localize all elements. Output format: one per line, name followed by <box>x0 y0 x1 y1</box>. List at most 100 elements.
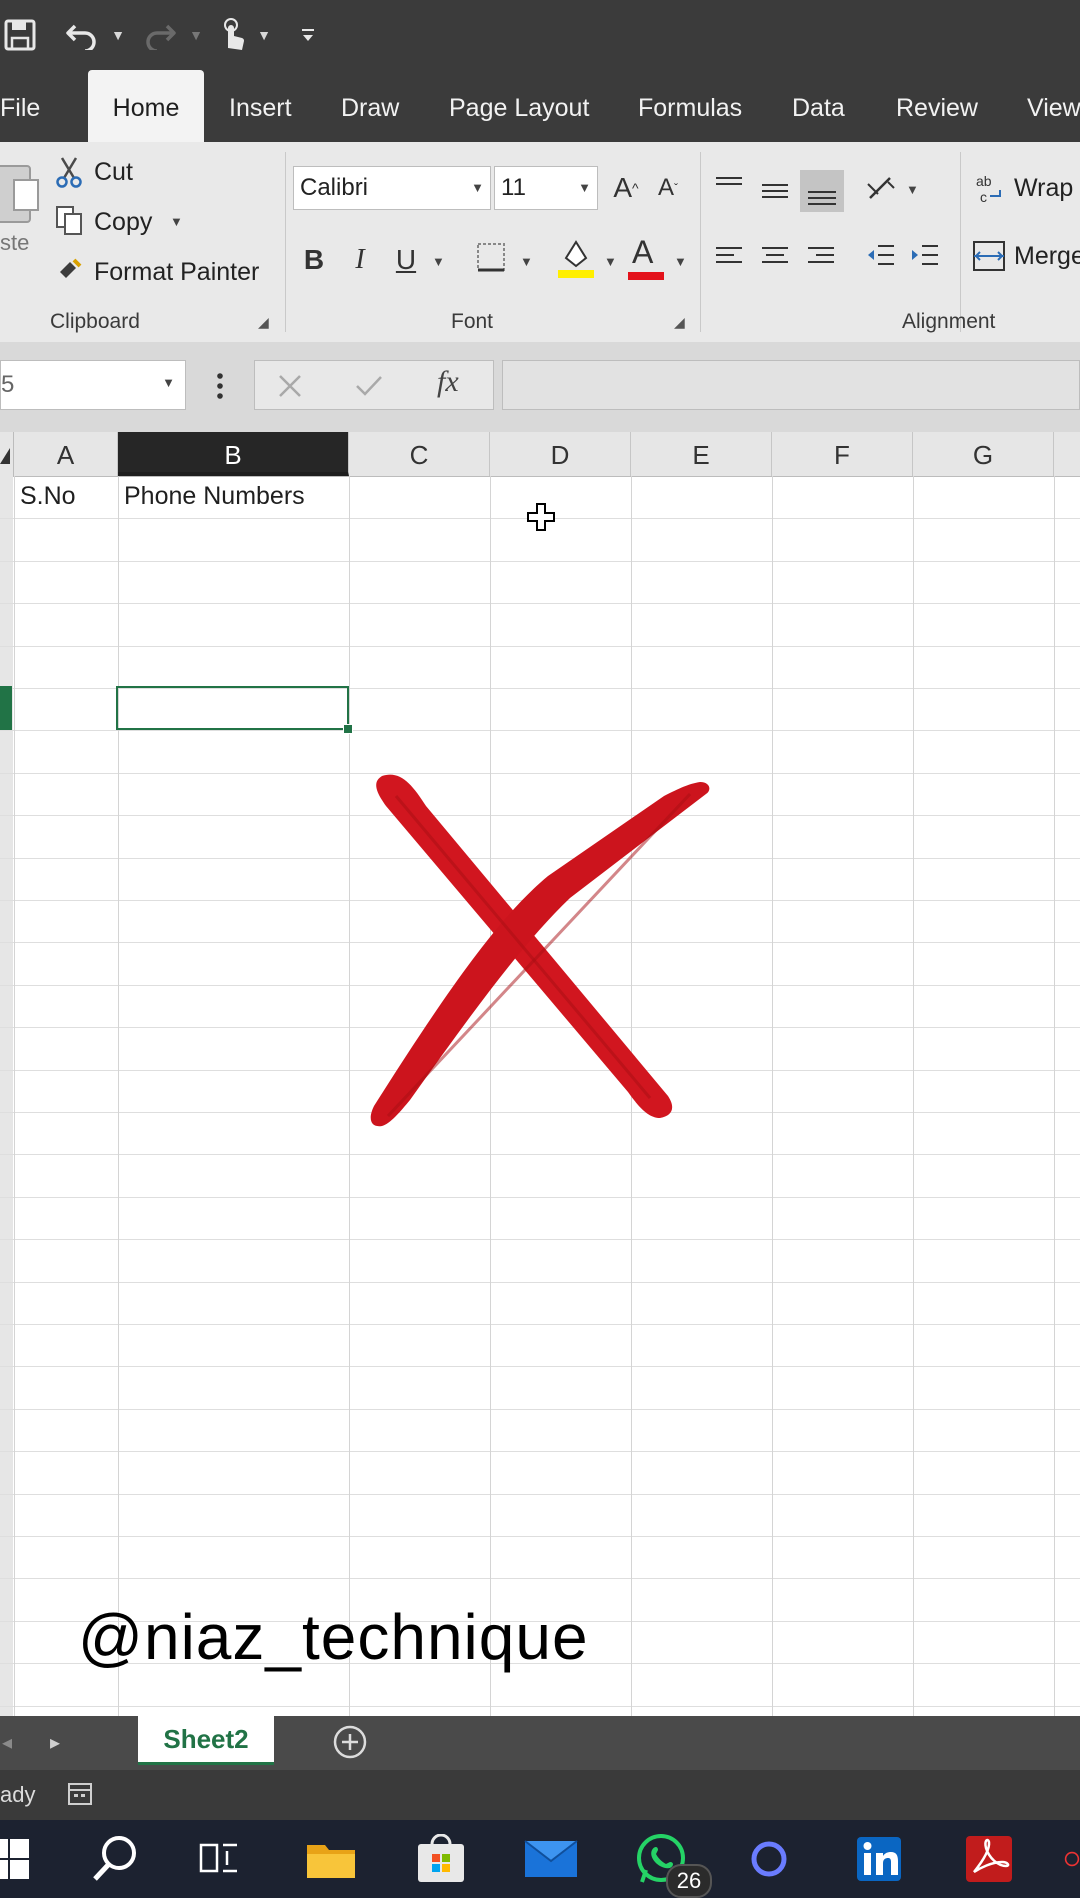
tab-file[interactable]: File <box>0 70 40 142</box>
align-center-icon[interactable] <box>758 238 794 274</box>
mail-icon[interactable] <box>520 1828 582 1890</box>
copy-label[interactable]: Copy <box>94 208 152 237</box>
copy-dropdown-icon[interactable]: ▼ <box>170 214 183 229</box>
insert-function-button[interactable]: fx <box>437 365 459 399</box>
touch-mode-dropdown-icon[interactable]: ▼ <box>254 16 274 54</box>
worksheet-grid[interactable]: S.No Phone Numbers <box>0 476 1080 1716</box>
formula-input[interactable] <box>502 360 1080 410</box>
orientation-dropdown-icon[interactable]: ▼ <box>906 182 919 197</box>
add-sheet-icon[interactable] <box>332 1724 368 1760</box>
bottom-align-icon[interactable] <box>800 170 844 212</box>
app-icon-partial[interactable] <box>1064 1828 1080 1890</box>
paste-icon[interactable] <box>0 160 40 230</box>
merge-center-label[interactable]: Merge <box>1014 242 1080 271</box>
cell-a1[interactable]: S.No <box>20 482 76 511</box>
font-color-dropdown-icon[interactable]: ▼ <box>674 254 687 269</box>
fill-color-dropdown-icon[interactable]: ▼ <box>604 254 617 269</box>
orientation-icon[interactable] <box>864 172 900 208</box>
borders-icon[interactable] <box>474 240 510 276</box>
format-painter-icon[interactable] <box>56 254 86 284</box>
decrease-indent-icon[interactable] <box>864 238 900 274</box>
clipboard-launcher-icon[interactable]: ◢ <box>258 314 269 331</box>
redo-icon[interactable] <box>140 16 180 54</box>
tab-view[interactable]: View <box>1027 70 1080 142</box>
linkedin-icon[interactable] <box>848 1828 910 1890</box>
cell-cursor-icon <box>526 502 556 532</box>
tab-formulas[interactable]: Formulas <box>638 70 742 142</box>
undo-dropdown-icon[interactable]: ▼ <box>108 16 128 54</box>
borders-dropdown-icon[interactable]: ▼ <box>520 254 533 269</box>
cancel-icon[interactable] <box>275 371 305 401</box>
italic-button[interactable]: I <box>342 240 378 280</box>
decrease-font-size-button[interactable]: Aˇ <box>650 168 686 208</box>
tab-data[interactable]: Data <box>792 70 845 142</box>
chevron-down-icon: ▼ <box>471 180 484 195</box>
touch-mode-icon[interactable] <box>212 16 252 54</box>
name-box[interactable]: 5 ▼ <box>0 360 186 410</box>
more-options-icon[interactable] <box>210 366 230 406</box>
column-header-a[interactable]: A <box>14 432 118 476</box>
increase-indent-icon[interactable] <box>908 238 944 274</box>
column-header-f[interactable]: F <box>772 432 913 476</box>
save-icon[interactable] <box>0 16 40 54</box>
customize-qat-icon[interactable] <box>296 16 320 54</box>
undo-icon[interactable] <box>62 16 102 54</box>
ribbon-tabs: File Home Insert Draw Page Layout Formul… <box>0 70 1080 142</box>
merge-center-icon[interactable] <box>972 238 1006 274</box>
column-header-g[interactable]: G <box>913 432 1054 476</box>
underline-button[interactable]: U <box>388 240 424 280</box>
redo-dropdown-icon[interactable]: ▼ <box>186 16 206 54</box>
underline-dropdown-icon[interactable]: ▼ <box>432 254 445 269</box>
format-painter-label[interactable]: Format Painter <box>94 258 259 287</box>
cut-label[interactable]: Cut <box>94 158 133 187</box>
paste-label[interactable]: ste <box>0 230 29 256</box>
store-icon[interactable] <box>410 1828 472 1890</box>
fill-handle[interactable] <box>343 724 353 734</box>
scroll-left-icon[interactable]: ◂ <box>2 1730 12 1755</box>
column-header-d[interactable]: D <box>490 432 631 476</box>
row-header-selected[interactable] <box>0 686 12 730</box>
windows-start-icon[interactable] <box>0 1828 40 1890</box>
column-header-c[interactable]: C <box>349 432 490 476</box>
cell-b1[interactable]: Phone Numbers <box>124 482 305 511</box>
macro-recording-icon[interactable] <box>66 1780 96 1810</box>
svg-text:ab: ab <box>976 173 992 189</box>
group-separator <box>700 152 701 332</box>
font-color-button[interactable]: A <box>626 234 666 282</box>
font-size-combo[interactable]: 11 ▼ <box>494 166 598 210</box>
column-header-e[interactable]: E <box>631 432 772 476</box>
column-header-b[interactable]: B <box>118 432 349 476</box>
top-align-icon[interactable] <box>712 172 748 208</box>
file-explorer-icon[interactable] <box>300 1828 362 1890</box>
tab-home[interactable]: Home <box>88 70 204 142</box>
sheet-tab-sheet2[interactable]: Sheet2 <box>138 1716 274 1765</box>
font-name-combo[interactable]: Calibri ▼ <box>293 166 491 210</box>
tab-draw[interactable]: Draw <box>341 70 399 142</box>
task-view-icon[interactable] <box>188 1828 250 1890</box>
fill-color-icon[interactable] <box>556 236 596 282</box>
tab-page-layout[interactable]: Page Layout <box>449 70 589 142</box>
tab-review[interactable]: Review <box>896 70 978 142</box>
align-right-icon[interactable] <box>804 238 840 274</box>
select-all-corner[interactable] <box>0 432 14 476</box>
selected-cell[interactable] <box>116 686 353 734</box>
ribbon-home: ste Cut Copy ▼ Format Painter Clipboard … <box>0 142 1080 343</box>
acrobat-icon[interactable] <box>958 1828 1020 1890</box>
enter-icon[interactable] <box>353 371 385 401</box>
cortana-icon[interactable] <box>738 1828 800 1890</box>
align-left-icon[interactable] <box>712 238 748 274</box>
cut-icon[interactable] <box>54 156 84 188</box>
wrap-text-label[interactable]: Wrap <box>1014 174 1073 203</box>
scroll-right-icon[interactable]: ▸ <box>50 1730 60 1755</box>
bold-button[interactable]: B <box>296 240 332 280</box>
middle-align-icon[interactable] <box>758 172 794 208</box>
tab-insert[interactable]: Insert <box>229 70 292 142</box>
watermark-text: @niaz_technique <box>78 1601 589 1673</box>
increase-font-size-button[interactable]: A ^ <box>608 168 644 208</box>
alignment-group-label: Alignment <box>902 310 996 333</box>
search-icon[interactable] <box>84 1828 146 1890</box>
wrap-text-icon[interactable]: ab c <box>976 172 1006 206</box>
copy-icon[interactable] <box>54 204 84 236</box>
font-launcher-icon[interactable]: ◢ <box>674 314 685 331</box>
column-header-h[interactable] <box>1054 432 1080 476</box>
